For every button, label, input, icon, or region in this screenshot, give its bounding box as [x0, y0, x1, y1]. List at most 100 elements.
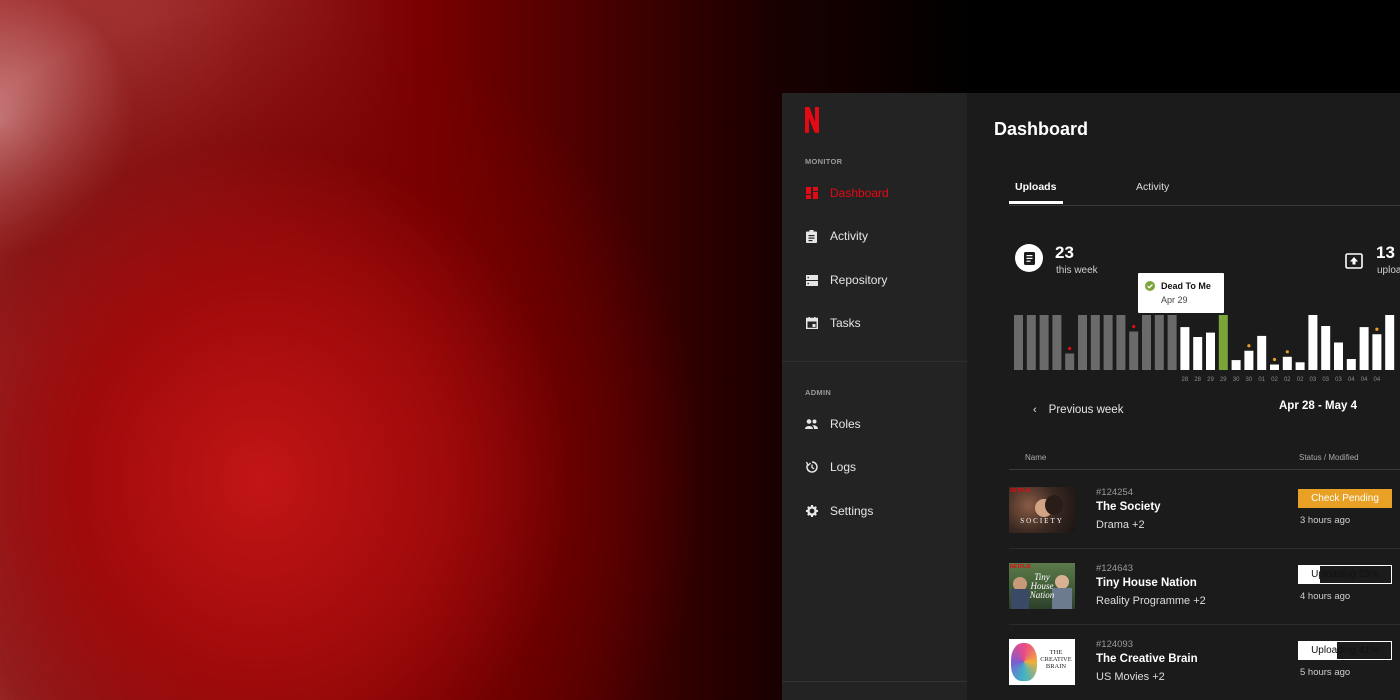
sidebar-item-logs[interactable]: Logs — [805, 457, 856, 477]
sidebar-item-roles[interactable]: Roles — [805, 414, 861, 434]
calendar-icon — [805, 317, 818, 330]
chart-bar — [1244, 350, 1254, 370]
thumb-netflix-mark: NETFLIX — [1010, 488, 1031, 494]
row-id: #124254 — [1096, 487, 1133, 498]
column-header-status[interactable]: Status / Modified — [1299, 453, 1359, 462]
chart-bar — [1270, 364, 1279, 370]
netflix-logo-icon[interactable] — [804, 107, 820, 133]
chart-marker — [1132, 324, 1136, 329]
row-title: Tiny House Nation — [1096, 577, 1197, 589]
chart-bar-past — [1154, 315, 1164, 370]
chart-x-tick-label: 28 — [1194, 377, 1201, 383]
chart-bar-past — [1167, 315, 1177, 370]
sidebar-item-dashboard[interactable]: Dashboard — [805, 183, 889, 203]
thumb-title: SOCIETY — [1020, 517, 1064, 525]
row-title: The Creative Brain — [1096, 653, 1198, 665]
stat-week-badge — [1015, 244, 1043, 272]
sidebar-item-settings[interactable]: Settings — [805, 501, 873, 521]
column-header-name[interactable]: Name — [1025, 453, 1046, 462]
chart-x-tick-label: 30 — [1233, 377, 1240, 383]
uploads-bar-chart: 28 28 29 29 30 30 01 02 02 02 03 03 03 04 04 04 — [1014, 315, 1395, 383]
section-label-admin: ADMIN — [805, 388, 832, 397]
chart-x-tick-label: 02 — [1297, 377, 1304, 383]
chart-bar-past — [1014, 315, 1023, 370]
table-row[interactable]: NETFLIX SOCIETY #124254 The Society Dram… — [1009, 487, 1400, 563]
chart-bar — [1372, 334, 1382, 370]
gear-icon — [805, 505, 818, 518]
sidebar-item-repository[interactable]: Repository — [805, 270, 887, 290]
stat-uploads-label: uploa — [1377, 265, 1400, 276]
chart-bar — [1257, 335, 1267, 370]
chart-x-tick-label: 03 — [1310, 377, 1317, 383]
chevron-left-icon: ‹ — [1033, 404, 1037, 416]
check-circle-icon — [1145, 281, 1155, 291]
main-content: Dashboard Uploads Activity 23 this week … — [967, 93, 1400, 700]
chart-bar-past — [1026, 315, 1036, 370]
chart-bar — [1206, 332, 1215, 370]
chart-bar-highlight — [1218, 315, 1228, 370]
row-genre: US Movies +2 — [1096, 671, 1165, 683]
table-row[interactable]: NETFLIX Tiny House Nation #124643 Tiny H… — [1009, 563, 1400, 639]
chart-bar — [1282, 356, 1292, 370]
dashboard-icon — [805, 187, 818, 200]
chart-bar — [1321, 326, 1331, 370]
table-row[interactable]: THE CREATIVE BRAIN #124093 The Creative … — [1009, 639, 1400, 700]
stat-uploads-count: 13 — [1376, 243, 1395, 262]
sidebar-footer-divider — [782, 681, 967, 682]
tab-active-indicator — [1009, 201, 1063, 204]
chart-marker — [1272, 357, 1277, 362]
thumb-hair — [1045, 495, 1063, 515]
sidebar-item-activity[interactable]: Activity — [805, 226, 868, 246]
row-modified: 3 hours ago — [1300, 515, 1351, 526]
chart-bar-past — [1078, 315, 1087, 370]
chart-bar-past — [1052, 315, 1062, 370]
row-genre: Drama +2 — [1096, 519, 1145, 531]
chart-x-tick-label: 03 — [1335, 377, 1342, 383]
sidebar-item-label: Roles — [830, 417, 861, 431]
sidebar: MONITOR Dashboard Activity Repository Ta… — [782, 93, 967, 700]
previous-week-button[interactable]: ‹ Previous week — [1033, 404, 1123, 416]
status-badge[interactable]: Check Pending — [1298, 489, 1392, 508]
upload-progress[interactable]: Uploading 41% — [1298, 641, 1392, 660]
chart-bar — [1385, 315, 1395, 370]
row-id: #124093 — [1096, 639, 1133, 650]
row-id: #124643 — [1096, 563, 1133, 574]
chart-bar-past — [1065, 353, 1075, 370]
chart-x-tick-label: 01 — [1258, 377, 1265, 383]
chart-bar — [1334, 342, 1343, 370]
sidebar-item-label: Settings — [830, 504, 874, 518]
chart-marker — [1285, 350, 1289, 354]
chart-x-tick-label: 04 — [1348, 377, 1355, 383]
thumb-brain-art — [1011, 643, 1037, 681]
chart-x-tick-label: 02 — [1271, 377, 1278, 383]
chart-bar-past — [1103, 315, 1113, 370]
chart-x-tick-label: 30 — [1246, 377, 1253, 383]
sidebar-item-label: Logs — [830, 460, 857, 474]
tab-uploads[interactable]: Uploads — [1015, 181, 1056, 193]
upload-icon — [1345, 253, 1363, 269]
thumb-title: Tiny House Nation — [1029, 572, 1055, 600]
chart-bar — [1346, 359, 1356, 370]
chart-x-tick-label: 29 — [1220, 377, 1227, 383]
chart-x-tick-label: 03 — [1322, 377, 1329, 383]
sidebar-item-tasks[interactable]: Tasks — [805, 313, 861, 333]
row-genre: Reality Programme +2 — [1096, 595, 1206, 607]
chart-tooltip: Dead To Me Apr 29 — [1138, 273, 1224, 313]
row-modified: 5 hours ago — [1300, 667, 1351, 678]
chart-marker — [1375, 327, 1379, 331]
chart-bar-past — [1129, 331, 1139, 370]
row-divider — [1009, 624, 1400, 625]
sidebar-item-label: Activity — [830, 229, 869, 243]
show-thumbnail: NETFLIX SOCIETY — [1009, 487, 1075, 533]
page-title: Dashboard — [994, 119, 1089, 139]
chart-bar-past — [1039, 315, 1049, 370]
upload-progress-label: Uploading 41% — [1311, 645, 1379, 656]
chart-marker — [1247, 344, 1251, 348]
chart-x-tick-label: 02 — [1284, 377, 1291, 383]
tab-activity[interactable]: Activity — [1136, 181, 1169, 193]
date-range: Apr 28 - May 4 — [1279, 400, 1357, 412]
chart-marker — [1068, 346, 1072, 351]
document-icon — [1023, 251, 1035, 265]
upload-progress[interactable]: Uploading 23% — [1298, 565, 1392, 584]
chart-bar — [1359, 327, 1369, 370]
